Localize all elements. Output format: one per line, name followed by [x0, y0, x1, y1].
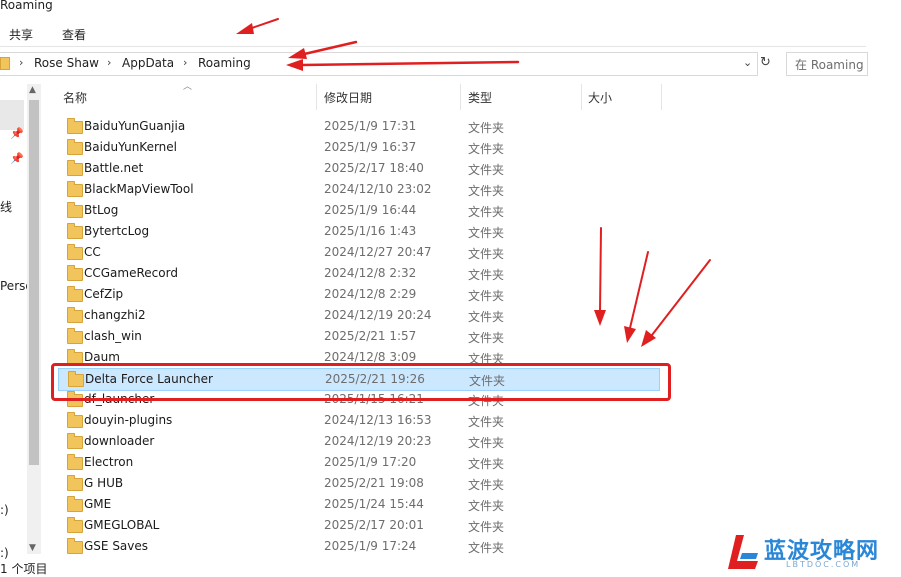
status-bar-text: 1 个项目 — [0, 562, 48, 576]
watermark-logo — [728, 535, 758, 569]
arrow-down-1 — [594, 227, 606, 326]
annotation-arrows — [236, 18, 711, 347]
watermark: 蓝波攻略网 LBTDOC.COM — [724, 531, 894, 573]
arrow-down-3 — [641, 259, 711, 347]
watermark-subtitle: LBTDOC.COM — [786, 560, 861, 569]
arrow-ribbon — [236, 18, 279, 34]
arrow-address — [288, 40, 358, 59]
arrow-down-2 — [624, 251, 649, 343]
arrow-address-2 — [286, 59, 520, 71]
